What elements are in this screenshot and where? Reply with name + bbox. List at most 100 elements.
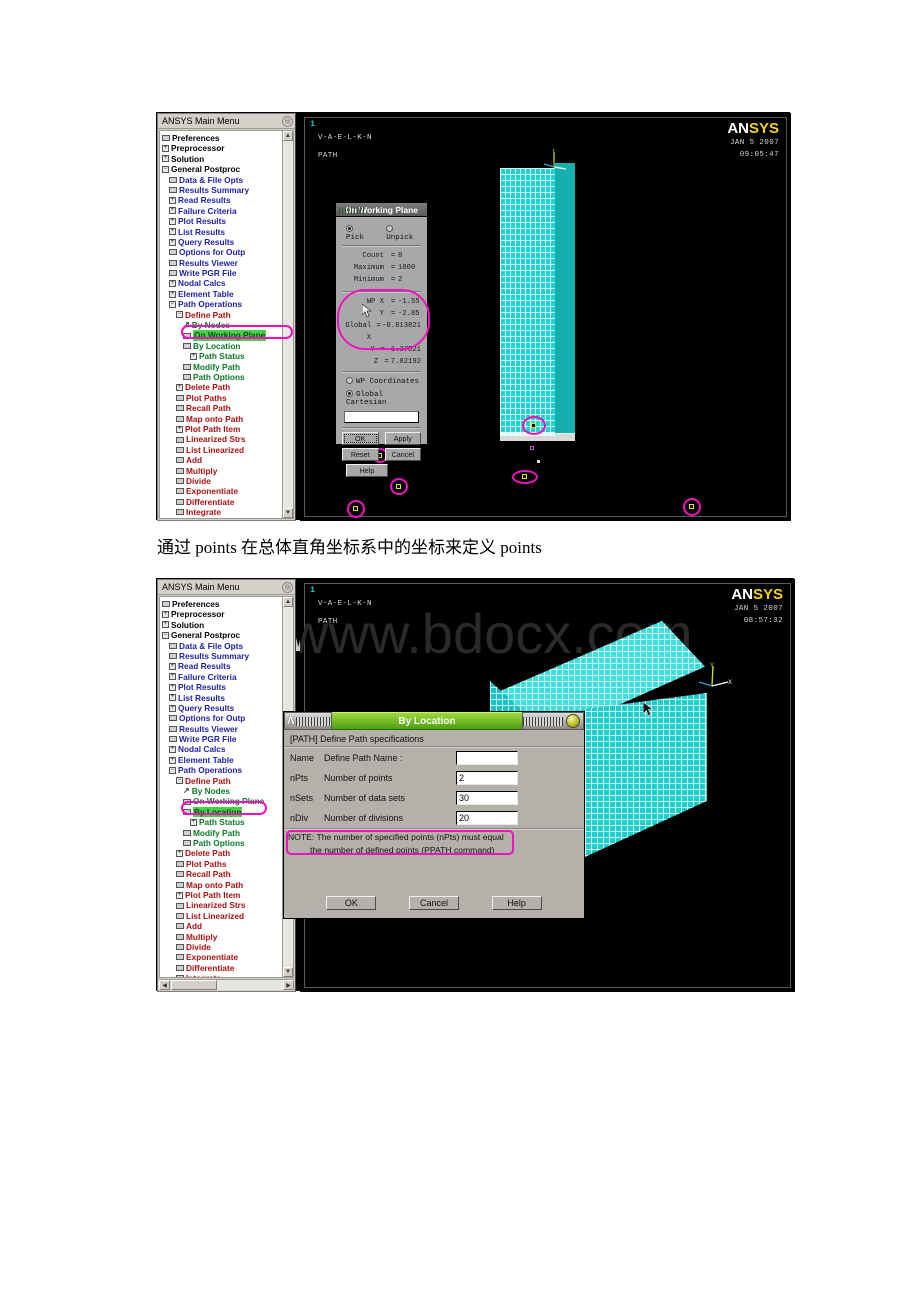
tree-item-general-postproc[interactable]: − General Postproc [162, 630, 282, 640]
tree-item-plot-paths[interactable]: Plot Paths [162, 859, 282, 869]
by-location-dialog[interactable]: Λ By Location [PATH] Define Path specifi… [283, 711, 585, 919]
tree-item-read-results[interactable]: + Read Results [162, 195, 282, 205]
tree-item-nodal-calcs[interactable]: + Nodal Calcs [162, 278, 282, 288]
tree-item-plot-path-item[interactable]: + Plot Path Item [162, 424, 282, 434]
field-input-nsets[interactable]: 30 [456, 791, 518, 805]
tree-item-path-options[interactable]: Path Options [162, 838, 282, 848]
scroll-down-icon-1[interactable]: ▼ [283, 508, 293, 518]
tree-item-plot-results[interactable]: + Plot Results [162, 682, 282, 692]
field-input-name[interactable] [456, 751, 518, 765]
tree-item-results-viewer[interactable]: Results Viewer [162, 724, 282, 734]
reset-button-wp[interactable]: Reset [342, 448, 379, 461]
tree-item-exponentiate[interactable]: Exponentiate [162, 486, 282, 496]
minus-box-icon[interactable]: − [162, 631, 169, 639]
plus-box-icon[interactable]: + [176, 425, 183, 433]
dialog-title-bar-wp[interactable]: On Working Plane [336, 203, 427, 217]
tree-item-plot-results[interactable]: + Plot Results [162, 216, 282, 226]
help-button-wp[interactable]: Help [346, 464, 388, 477]
tree-item-failure-criteria[interactable]: + Failure Criteria [162, 672, 282, 682]
tree-item-data-file-opts[interactable]: Data & File Opts [162, 641, 282, 651]
plus-box-icon[interactable]: + [169, 207, 176, 215]
tree-horizontal-scrollbar-2[interactable]: ◀ ▶ [159, 979, 294, 990]
tree-item-path-status[interactable]: + Path Status [162, 817, 282, 827]
tree-item-preprocessor[interactable]: + Preprocessor [162, 609, 282, 619]
scroll-up-icon-2[interactable]: ▲ [283, 597, 293, 607]
tree-item-preferences[interactable]: Preferences [162, 133, 282, 143]
tree-item-on-working-plane[interactable]: On Working Plane [162, 330, 282, 341]
pick-mode-group[interactable]: Pick Unpick [346, 224, 421, 242]
tree-item-plot-paths[interactable]: Plot Paths [162, 393, 282, 403]
menu-tree-1[interactable]: Preferences + Preprocessor + Solution − Genera… [160, 131, 282, 518]
field-input-npts[interactable]: 2 [456, 771, 518, 785]
tree-item-results-viewer[interactable]: Results Viewer [162, 258, 282, 268]
tree-item-add[interactable]: Add [162, 921, 282, 931]
tree-item-define-path[interactable]: − Define Path [162, 310, 282, 320]
tree-item-results-summary[interactable]: Results Summary [162, 651, 282, 661]
tree-item-failure-criteria[interactable]: + Failure Criteria [162, 206, 282, 216]
minus-box-icon[interactable]: − [176, 777, 183, 785]
tree-item-options-for-outp[interactable]: Options for Outp [162, 713, 282, 723]
plus-box-icon[interactable]: + [169, 673, 176, 681]
plus-box-icon[interactable]: + [162, 611, 169, 619]
tree-item-data-file-opts[interactable]: Data & File Opts [162, 175, 282, 185]
circle-x-icon-2[interactable]: ◎ [282, 581, 293, 593]
plus-box-icon[interactable]: + [176, 850, 183, 858]
tree-item-add[interactable]: Add [162, 455, 282, 465]
tree-item-divide[interactable]: Divide [162, 476, 282, 486]
tree-item-differentiate[interactable]: Differentiate [162, 963, 282, 973]
hscroll-thumb-2[interactable] [171, 980, 217, 990]
tree-item-cosine[interactable]: Cosine [162, 517, 282, 518]
plus-box-icon[interactable]: + [190, 352, 197, 360]
cancel-button-wp[interactable]: Cancel [384, 448, 421, 461]
tree-item-on-working-plane[interactable]: On Working Plane [162, 796, 282, 806]
tree-item-define-path[interactable]: − Define Path [162, 776, 282, 786]
minus-box-icon[interactable]: − [176, 311, 183, 319]
tree-item-read-results[interactable]: + Read Results [162, 661, 282, 671]
tree-item-modify-path[interactable]: Modify Path [162, 362, 282, 372]
tree-item-solution[interactable]: + Solution [162, 620, 282, 630]
coord-system-group[interactable]: WP Coordinates Global Cartesian [346, 376, 421, 407]
tree-item-map-onto-path[interactable]: Map onto Path [162, 414, 282, 424]
plus-box-icon[interactable]: + [162, 145, 169, 153]
scroll-right-icon-2[interactable]: ▶ [283, 980, 294, 990]
tree-item-exponentiate[interactable]: Exponentiate [162, 952, 282, 962]
tree-item-divide[interactable]: Divide [162, 942, 282, 952]
pick-radio[interactable]: Pick [346, 224, 372, 242]
plus-box-icon[interactable]: + [190, 818, 197, 826]
tree-item-delete-path[interactable]: + Delete Path [162, 382, 282, 392]
minus-box-icon[interactable]: − [169, 300, 176, 308]
scroll-down-icon-2[interactable]: ▼ [283, 967, 293, 977]
tree-item-modify-path[interactable]: Modify Path [162, 828, 282, 838]
global-cartesian-radio[interactable]: Global Cartesian [346, 389, 421, 407]
tree-item-path-operations[interactable]: − Path Operations [162, 765, 282, 775]
tree-item-by-nodes[interactable]: ↗ By Nodes [162, 320, 282, 330]
tree-item-list-results[interactable]: + List Results [162, 693, 282, 703]
tree-item-map-onto-path[interactable]: Map onto Path [162, 880, 282, 890]
tree-item-integrate[interactable]: Integrate [162, 973, 282, 977]
tree-item-write-pgr-file[interactable]: Write PGR File [162, 268, 282, 278]
tree-item-nodal-calcs[interactable]: + Nodal Calcs [162, 744, 282, 754]
tree-item-path-operations[interactable]: − Path Operations [162, 299, 282, 309]
tree-item-plot-path-item[interactable]: + Plot Path Item [162, 890, 282, 900]
tree-item-element-table[interactable]: + Element Table [162, 755, 282, 765]
minus-box-icon[interactable]: − [162, 165, 169, 173]
apply-button-wp[interactable]: Apply [384, 432, 421, 445]
plus-box-icon[interactable]: + [162, 155, 169, 163]
hscroll-track-2[interactable] [217, 980, 283, 990]
tree-item-delete-path[interactable]: + Delete Path [162, 848, 282, 858]
tree-item-query-results[interactable]: + Query Results [162, 703, 282, 713]
plus-box-icon[interactable]: + [176, 384, 183, 392]
plus-box-icon[interactable]: + [162, 621, 169, 629]
plus-box-icon[interactable]: + [169, 228, 176, 236]
plus-box-icon[interactable]: + [169, 694, 176, 702]
tree-item-integrate[interactable]: Integrate [162, 507, 282, 517]
tree-item-list-results[interactable]: + List Results [162, 227, 282, 237]
tree-item-path-options[interactable]: Path Options [162, 372, 282, 382]
plus-box-icon[interactable]: + [169, 238, 176, 246]
tree-item-write-pgr-file[interactable]: Write PGR File [162, 734, 282, 744]
tree-item-linearized-strs[interactable]: Linearized Strs [162, 434, 282, 444]
tree-item-multiply[interactable]: Multiply [162, 466, 282, 476]
ok-button-wp[interactable]: OK [342, 432, 379, 445]
tree-item-by-location[interactable]: By Location [162, 806, 282, 818]
tree-item-recall-path[interactable]: Recall Path [162, 869, 282, 879]
